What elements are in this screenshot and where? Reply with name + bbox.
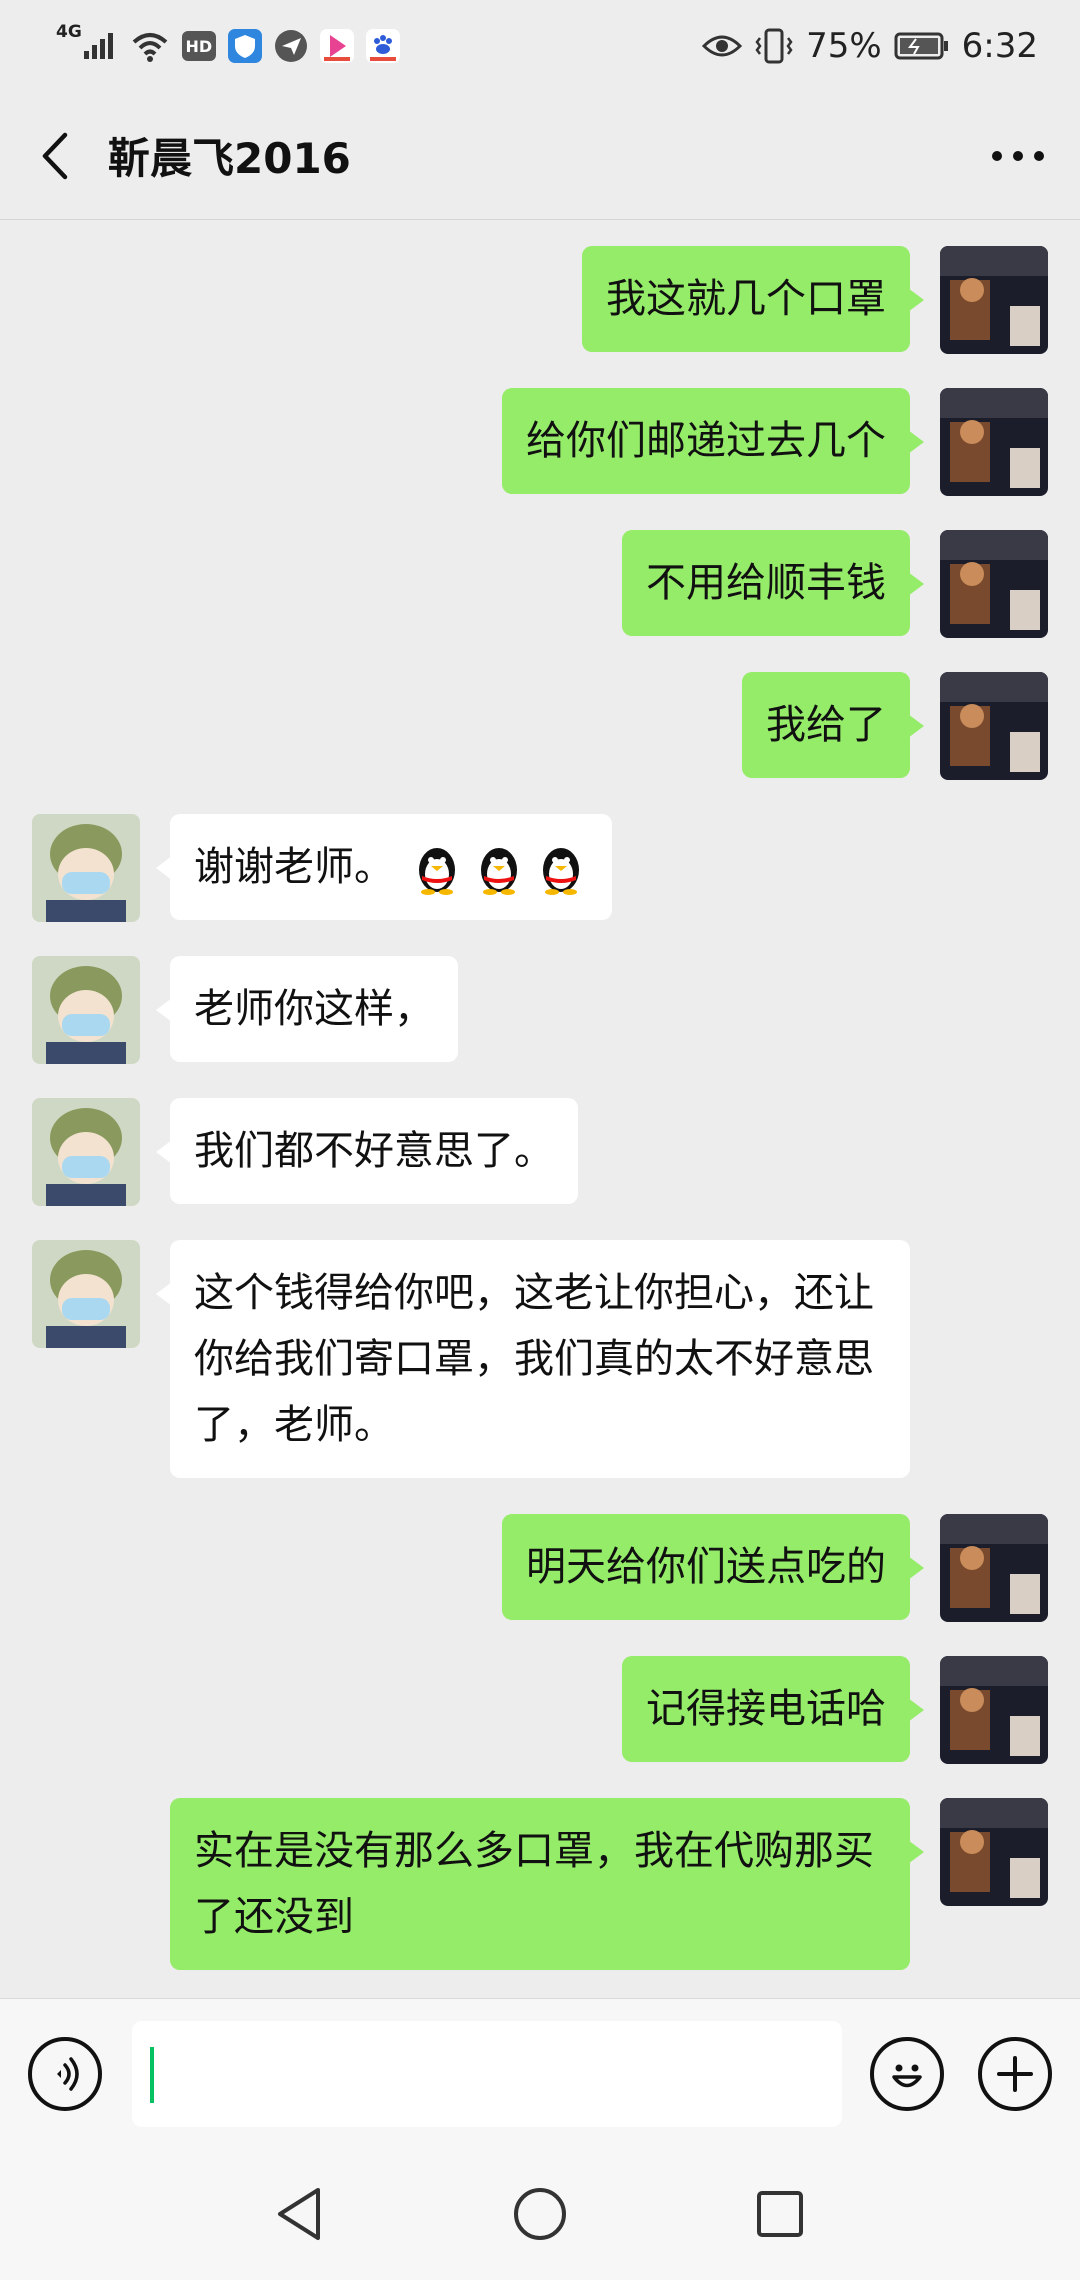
my-avatar[interactable] (940, 1514, 1048, 1622)
message-bubble[interactable]: 不用给顺丰钱 (622, 530, 924, 636)
message-received: 我们都不好意思了。 (0, 1098, 1080, 1206)
message-input[interactable] (132, 2021, 842, 2127)
contact-avatar[interactable] (32, 1098, 140, 1206)
status-right: 75% 6:32 (702, 26, 1038, 66)
video-app-icon (319, 29, 354, 63)
back-button[interactable] (4, 92, 104, 220)
wifi-icon (130, 30, 170, 62)
emoji-icon (892, 2064, 922, 2088)
chat-header: 靳晨飞2016 (0, 92, 1080, 220)
more-options-button[interactable] (986, 126, 1050, 186)
message-sent: 记得接电话哈 (0, 1656, 1080, 1764)
message-text: 谢谢老师。 (194, 844, 394, 890)
penguin-icon (481, 848, 517, 895)
emoji-button[interactable] (870, 2037, 944, 2111)
more-actions-button[interactable] (978, 2037, 1052, 2111)
contact-avatar[interactable] (32, 1240, 140, 1348)
paper-plane-app-icon (274, 29, 308, 63)
message-bubble[interactable]: 这个钱得给你吧，这老让你担心，还让你给我们寄口罩，我们真的太不好意思了，老师。 (156, 1240, 910, 1478)
my-avatar[interactable] (940, 672, 1048, 780)
my-avatar[interactable] (940, 388, 1048, 496)
contact-avatar[interactable] (32, 956, 140, 1064)
signal-icon: 4G (56, 23, 118, 61)
status-bar: 4G HD 75% 6:32 (0, 0, 1080, 92)
message-bubble[interactable]: 谢谢老师。 (156, 814, 612, 920)
message-sent: 我这就几个口罩 (0, 246, 1080, 354)
message-bubble[interactable]: 给你们邮递过去几个 (502, 388, 924, 494)
message-bubble[interactable]: 我给了 (742, 672, 924, 778)
plus-icon (997, 2056, 1033, 2092)
message-received: 这个钱得给你吧，这老让你担心，还让你给我们寄口罩，我们真的太不好意思了，老师。 (0, 1240, 1080, 1478)
clock: 6:32 (961, 26, 1038, 66)
message-bubble[interactable]: 记得接电话哈 (622, 1656, 924, 1762)
network-type: 4G (56, 21, 82, 42)
message-bubble[interactable]: 我这就几个口罩 (582, 246, 924, 352)
nav-home-icon (514, 2188, 566, 2240)
system-nav-bar (0, 2148, 1080, 2280)
message-sent: 我给了 (0, 672, 1080, 780)
status-left: 4G HD (56, 23, 400, 63)
back-arrow-icon (42, 132, 68, 179)
my-avatar[interactable] (940, 530, 1048, 638)
my-avatar[interactable] (940, 246, 1048, 354)
message-received: 老师你这样， (0, 956, 1080, 1064)
eye-icon (702, 32, 743, 60)
my-avatar[interactable] (940, 1798, 1048, 1906)
input-bar (0, 1998, 1080, 2148)
emoji-group (410, 842, 588, 896)
message-sent: 明天给你们送点吃的 (0, 1514, 1080, 1622)
message-bubble[interactable]: 实在是没有那么多口罩，我在代购那买了还没到 (170, 1798, 924, 1970)
contact-avatar[interactable] (32, 814, 140, 922)
message-bubble[interactable]: 我们都不好意思了。 (156, 1098, 578, 1204)
battery-icon (894, 31, 950, 61)
nav-recent-icon (757, 2191, 803, 2237)
nav-recent-button[interactable] (744, 2178, 816, 2250)
vibrate-icon (754, 28, 794, 64)
battery-percent: 75% (806, 26, 882, 66)
nav-back-icon (278, 2188, 320, 2240)
message-list[interactable]: 我这就几个口罩 给你们邮递过去几个 不用给顺丰钱 我给了 谢谢老师。 老师你这样… (0, 220, 1080, 1998)
more-dots-icon (992, 151, 1044, 161)
message-sent: 给你们邮递过去几个 (0, 388, 1080, 496)
message-received: 谢谢老师。 (0, 814, 1080, 922)
penguin-icon (419, 848, 455, 895)
penguin-icon (543, 848, 579, 895)
shield-app-icon (227, 29, 262, 63)
hd-icon: HD (181, 31, 216, 61)
nav-home-button[interactable] (504, 2178, 576, 2250)
baidu-app-icon (365, 29, 400, 63)
page-title: 靳晨飞2016 (108, 134, 351, 183)
message-sent: 不用给顺丰钱 (0, 530, 1080, 638)
message-bubble[interactable]: 老师你这样， (156, 956, 458, 1062)
voice-button[interactable] (28, 2037, 102, 2111)
message-bubble[interactable]: 明天给你们送点吃的 (502, 1514, 924, 1620)
nav-back-button[interactable] (264, 2178, 336, 2250)
text-caret (150, 2047, 154, 2103)
message-sent: 实在是没有那么多口罩，我在代购那买了还没到 (0, 1798, 1080, 1970)
voice-icon (57, 2057, 79, 2091)
my-avatar[interactable] (940, 1656, 1048, 1764)
